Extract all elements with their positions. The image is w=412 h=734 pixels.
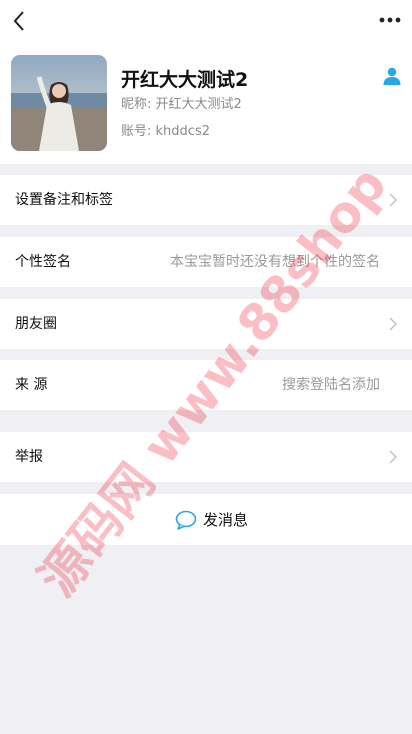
- send-message-label: 发消息: [203, 511, 249, 529]
- row-report-label: 举报: [15, 449, 43, 465]
- row-moments[interactable]: 朋友圈: [0, 299, 412, 349]
- avatar[interactable]: [11, 55, 107, 151]
- row-signature-label: 个性签名: [15, 254, 71, 270]
- user-icon[interactable]: [382, 66, 402, 86]
- account-label: 账号:: [121, 124, 152, 139]
- account-value: khddcs2: [155, 124, 210, 139]
- send-message-button[interactable]: 发消息: [0, 494, 412, 545]
- chevron-right-icon: [389, 317, 398, 331]
- avatar-image: [11, 55, 107, 151]
- back-button[interactable]: [6, 6, 38, 38]
- row-signature[interactable]: 个性签名 本宝宝暂时还没有想到个性的签名: [0, 237, 412, 287]
- row-moments-label: 朋友圈: [15, 316, 57, 332]
- nickname-line: 昵称: 开红大大测试2: [121, 93, 242, 112]
- nickname-label: 昵称:: [121, 97, 152, 112]
- chevron-right-icon: [389, 450, 398, 464]
- top-bar: [0, 0, 412, 44]
- row-signature-value: 本宝宝暂时还没有想到个性的签名: [170, 254, 380, 270]
- send-message-content: 发消息: [175, 494, 248, 545]
- row-source-value: 搜索登陆名添加: [282, 377, 380, 393]
- account-line: 账号: khddcs2: [121, 120, 210, 139]
- nickname-value: 开红大大测试2: [155, 97, 242, 112]
- chevron-right-icon: [389, 193, 398, 207]
- row-remark-label: 设置备注和标签: [15, 192, 113, 208]
- chevron-left-icon: [13, 11, 24, 31]
- chat-bubble-icon: [175, 510, 197, 530]
- profile-card: 开红大大测试2 昵称: 开红大大测试2 账号: khddcs2: [0, 44, 412, 164]
- row-remark[interactable]: 设置备注和标签: [0, 175, 412, 225]
- profile-name: 开红大大测试2: [121, 69, 249, 91]
- row-report[interactable]: 举报: [0, 432, 412, 482]
- row-source-label: 来 源: [15, 377, 48, 393]
- more-button[interactable]: [372, 6, 408, 38]
- more-dots-icon: [379, 17, 401, 23]
- row-source: 来 源 搜索登陆名添加: [0, 360, 412, 410]
